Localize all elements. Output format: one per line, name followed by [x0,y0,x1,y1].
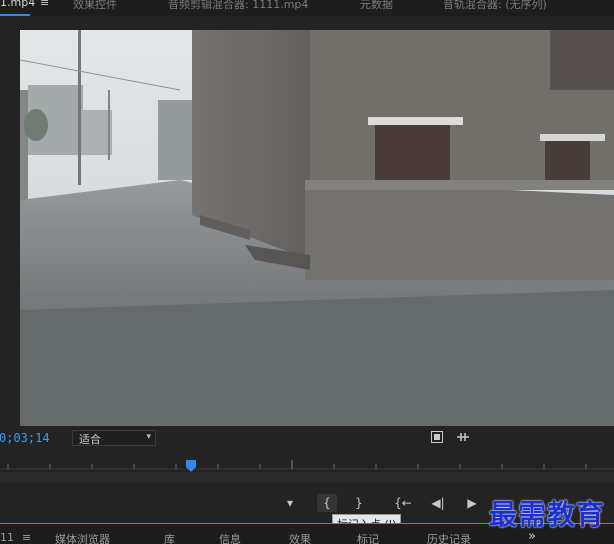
mark-out-button[interactable]: } [349,494,369,512]
playhead-timecode[interactable]: 0;03;14 [0,431,50,445]
bottom-panel-menu-icon[interactable]: ≡ [22,531,31,544]
go-to-in-button[interactable]: {← [393,494,413,512]
rainy-street-frame [20,30,614,426]
panel-tab-bar: 1.mp4 ≡ 效果控件 音频剪辑混合器: 1111.mp4 元数据 音轨混合器… [0,0,614,16]
export-settings-icon[interactable] [456,431,470,443]
monitor-controls: 0;03;14 适合 ▾ [0,426,614,450]
zoom-fit-value: 适合 [79,433,101,446]
tab-audio-clip-mixer[interactable]: 音频剪辑混合器: 1111.mp4 [168,0,308,12]
tab-effect-controls[interactable]: 效果控件 [73,0,117,12]
tab-metadata[interactable]: 元数据 [360,0,393,12]
chevron-down-icon: ▾ [146,432,151,442]
video-frame[interactable] [20,30,614,426]
tab-effects[interactable]: 效果 [289,531,311,544]
play-button[interactable]: ▶ [462,494,482,512]
tab-markers[interactable]: 标记 [357,531,379,544]
tab-info[interactable]: 信息 [219,531,241,544]
tab-project-prefix[interactable]: 11 [0,531,14,544]
watermark-logo: 最需教育 [489,498,606,531]
time-ruler[interactable] [0,450,614,470]
tab-libraries[interactable]: 库 [164,531,175,544]
safe-margins-icon[interactable] [431,431,443,443]
panel-menu-icon[interactable]: ≡ [40,0,49,9]
clip-track-bar [0,472,614,482]
tab-media-browser[interactable]: 媒体浏览器 [55,531,110,544]
tab-source[interactable]: 1.mp4 [0,0,35,9]
playhead-marker[interactable] [186,460,196,472]
tab-history[interactable]: 历史记录 [427,531,471,544]
zoom-fit-dropdown[interactable]: 适合 ▾ [72,430,156,446]
source-monitor [0,16,614,426]
mark-in-button[interactable]: { [317,494,337,512]
tab-audio-track-mixer[interactable]: 音轨混合器: (无序列) [443,0,547,12]
step-back-button[interactable]: ◀| [428,494,448,512]
add-marker-button[interactable]: ▾ [280,494,300,512]
